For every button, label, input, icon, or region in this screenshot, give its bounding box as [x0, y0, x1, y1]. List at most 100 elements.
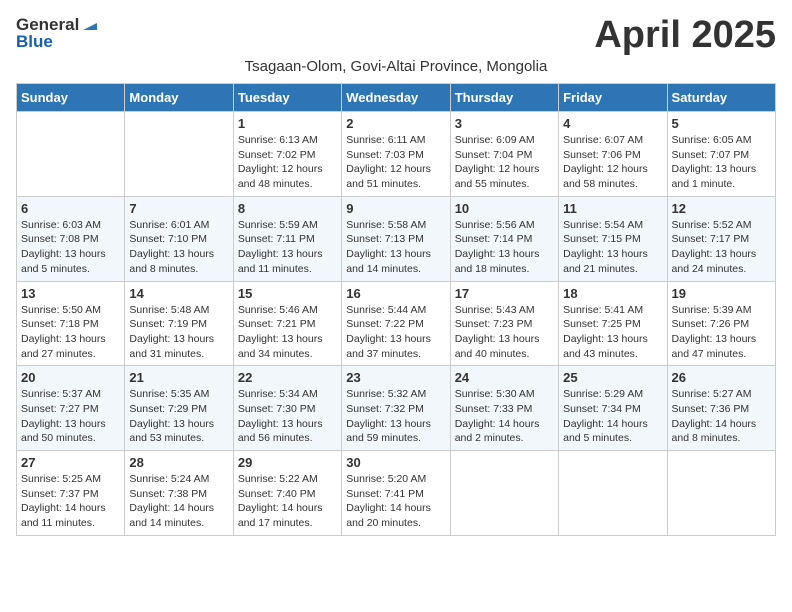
day-info: Sunrise: 5:39 AMSunset: 7:26 PMDaylight:…: [672, 303, 771, 362]
day-info: Sunrise: 5:22 AMSunset: 7:40 PMDaylight:…: [238, 472, 337, 531]
day-number: 28: [129, 455, 228, 470]
weekday-header-sunday: Sunday: [17, 84, 125, 112]
day-number: 30: [346, 455, 445, 470]
calendar-cell: [667, 451, 775, 536]
calendar-cell: 24 Sunrise: 5:30 AMSunset: 7:33 PMDayligh…: [450, 366, 558, 451]
calendar-cell: 27 Sunrise: 5:25 AMSunset: 7:37 PMDayligh…: [17, 451, 125, 536]
day-number: 10: [455, 201, 554, 216]
day-number: 27: [21, 455, 120, 470]
day-info: Sunrise: 5:58 AMSunset: 7:13 PMDaylight:…: [346, 218, 445, 277]
calendar-cell: 19 Sunrise: 5:39 AMSunset: 7:26 PMDayligh…: [667, 281, 775, 366]
day-info: Sunrise: 5:43 AMSunset: 7:23 PMDaylight:…: [455, 303, 554, 362]
day-number: 12: [672, 201, 771, 216]
day-info: Sunrise: 5:29 AMSunset: 7:34 PMDaylight:…: [563, 387, 662, 446]
day-number: 9: [346, 201, 445, 216]
day-info: Sunrise: 6:11 AMSunset: 7:03 PMDaylight:…: [346, 133, 445, 192]
day-info: Sunrise: 5:41 AMSunset: 7:25 PMDaylight:…: [563, 303, 662, 362]
calendar-cell: 10Sunrise: 5:56 AMSunset: 7:14 PMDayligh…: [450, 196, 558, 281]
subtitle: Tsagaan-Olom, Govi-Altai Province, Mongo…: [16, 58, 776, 75]
calendar-cell: 20 Sunrise: 5:37 AMSunset: 7:27 PMDayligh…: [17, 366, 125, 451]
calendar-cell: [559, 451, 667, 536]
weekday-header-tuesday: Tuesday: [233, 84, 341, 112]
day-number: 13: [21, 286, 120, 301]
calendar-cell: 26 Sunrise: 5:27 AMSunset: 7:36 PMDayligh…: [667, 366, 775, 451]
calendar-week-row: 6Sunrise: 6:03 AMSunset: 7:08 PMDaylight…: [17, 196, 776, 281]
day-info: Sunrise: 6:01 AMSunset: 7:10 PMDaylight:…: [129, 218, 228, 277]
day-number: 21: [129, 370, 228, 385]
calendar-cell: 18 Sunrise: 5:41 AMSunset: 7:25 PMDayligh…: [559, 281, 667, 366]
day-info: Sunrise: 6:07 AMSunset: 7:06 PMDaylight:…: [563, 133, 662, 192]
logo-container: General Blue: [16, 16, 99, 51]
day-info: Sunrise: 5:37 AMSunset: 7:27 PMDaylight:…: [21, 387, 120, 446]
calendar-cell: 30 Sunrise: 5:20 AMSunset: 7:41 PMDayligh…: [342, 451, 450, 536]
day-info: Sunrise: 6:09 AMSunset: 7:04 PMDaylight:…: [455, 133, 554, 192]
day-number: 19: [672, 286, 771, 301]
day-number: 15: [238, 286, 337, 301]
day-info: Sunrise: 5:44 AMSunset: 7:22 PMDaylight:…: [346, 303, 445, 362]
day-info: Sunrise: 5:25 AMSunset: 7:37 PMDaylight:…: [21, 472, 120, 531]
day-number: 6: [21, 201, 120, 216]
weekday-header-saturday: Saturday: [667, 84, 775, 112]
day-info: Sunrise: 5:24 AMSunset: 7:38 PMDaylight:…: [129, 472, 228, 531]
calendar-cell: 23 Sunrise: 5:32 AMSunset: 7:32 PMDayligh…: [342, 366, 450, 451]
calendar-cell: 8Sunrise: 5:59 AMSunset: 7:11 PMDaylight…: [233, 196, 341, 281]
calendar-cell: 2 Sunrise: 6:11 AMSunset: 7:03 PMDaylight…: [342, 112, 450, 197]
day-number: 26: [672, 370, 771, 385]
day-info: Sunrise: 5:35 AMSunset: 7:29 PMDaylight:…: [129, 387, 228, 446]
calendar-cell: 1Sunrise: 6:13 AMSunset: 7:02 PMDaylight…: [233, 112, 341, 197]
calendar-week-row: 1Sunrise: 6:13 AMSunset: 7:02 PMDaylight…: [17, 112, 776, 197]
calendar-cell: [450, 451, 558, 536]
day-info: Sunrise: 5:27 AMSunset: 7:36 PMDaylight:…: [672, 387, 771, 446]
month-title-main: April 2025: [594, 16, 776, 54]
calendar-cell: 11Sunrise: 5:54 AMSunset: 7:15 PMDayligh…: [559, 196, 667, 281]
calendar-cell: 28 Sunrise: 5:24 AMSunset: 7:38 PMDayligh…: [125, 451, 233, 536]
day-info: Sunrise: 6:05 AMSunset: 7:07 PMDaylight:…: [672, 133, 771, 192]
calendar-cell: 17 Sunrise: 5:43 AMSunset: 7:23 PMDayligh…: [450, 281, 558, 366]
calendar-cell: 16 Sunrise: 5:44 AMSunset: 7:22 PMDayligh…: [342, 281, 450, 366]
day-info: Sunrise: 5:59 AMSunset: 7:11 PMDaylight:…: [238, 218, 337, 277]
calendar-cell: 15Sunrise: 5:46 AMSunset: 7:21 PMDayligh…: [233, 281, 341, 366]
calendar-cell: 9 Sunrise: 5:58 AMSunset: 7:13 PMDaylight…: [342, 196, 450, 281]
day-number: 23: [346, 370, 445, 385]
day-number: 22: [238, 370, 337, 385]
day-number: 14: [129, 286, 228, 301]
day-number: 29: [238, 455, 337, 470]
calendar-cell: 4 Sunrise: 6:07 AMSunset: 7:06 PMDaylight…: [559, 112, 667, 197]
day-number: 25: [563, 370, 662, 385]
weekday-header-monday: Monday: [125, 84, 233, 112]
calendar-cell: 29 Sunrise: 5:22 AMSunset: 7:40 PMDayligh…: [233, 451, 341, 536]
day-number: 7: [129, 201, 228, 216]
day-number: 16: [346, 286, 445, 301]
day-info: Sunrise: 5:30 AMSunset: 7:33 PMDaylight:…: [455, 387, 554, 446]
day-info: Sunrise: 5:50 AMSunset: 7:18 PMDaylight:…: [21, 303, 120, 362]
weekday-header-wednesday: Wednesday: [342, 84, 450, 112]
calendar-cell: 3 Sunrise: 6:09 AMSunset: 7:04 PMDaylight…: [450, 112, 558, 197]
day-number: 4: [563, 116, 662, 131]
day-number: 3: [455, 116, 554, 131]
day-info: Sunrise: 5:32 AMSunset: 7:32 PMDaylight:…: [346, 387, 445, 446]
calendar-cell: [125, 112, 233, 197]
calendar-cell: 7 Sunrise: 6:01 AMSunset: 7:10 PMDaylight…: [125, 196, 233, 281]
calendar-cell: 22Sunrise: 5:34 AMSunset: 7:30 PMDayligh…: [233, 366, 341, 451]
day-info: Sunrise: 5:52 AMSunset: 7:17 PMDaylight:…: [672, 218, 771, 277]
day-number: 2: [346, 116, 445, 131]
calendar-header-row: SundayMondayTuesdayWednesdayThursdayFrid…: [17, 84, 776, 112]
weekday-header-thursday: Thursday: [450, 84, 558, 112]
day-number: 20: [21, 370, 120, 385]
calendar-cell: 13 Sunrise: 5:50 AMSunset: 7:18 PMDayligh…: [17, 281, 125, 366]
calendar-cell: 25 Sunrise: 5:29 AMSunset: 7:34 PMDayligh…: [559, 366, 667, 451]
calendar-cell: [17, 112, 125, 197]
day-info: Sunrise: 5:48 AMSunset: 7:19 PMDaylight:…: [129, 303, 228, 362]
calendar-cell: 21 Sunrise: 5:35 AMSunset: 7:29 PMDayligh…: [125, 366, 233, 451]
day-number: 24: [455, 370, 554, 385]
day-number: 18: [563, 286, 662, 301]
day-number: 17: [455, 286, 554, 301]
logo-arrow-icon: [81, 16, 99, 34]
calendar-table: SundayMondayTuesdayWednesdayThursdayFrid…: [16, 83, 776, 536]
calendar-cell: 6Sunrise: 6:03 AMSunset: 7:08 PMDaylight…: [17, 196, 125, 281]
day-info: Sunrise: 5:20 AMSunset: 7:41 PMDaylight:…: [346, 472, 445, 531]
day-info: Sunrise: 6:13 AMSunset: 7:02 PMDaylight:…: [238, 133, 337, 192]
calendar-week-row: 13 Sunrise: 5:50 AMSunset: 7:18 PMDayligh…: [17, 281, 776, 366]
weekday-header-friday: Friday: [559, 84, 667, 112]
logo-blue-text: Blue: [16, 33, 99, 52]
